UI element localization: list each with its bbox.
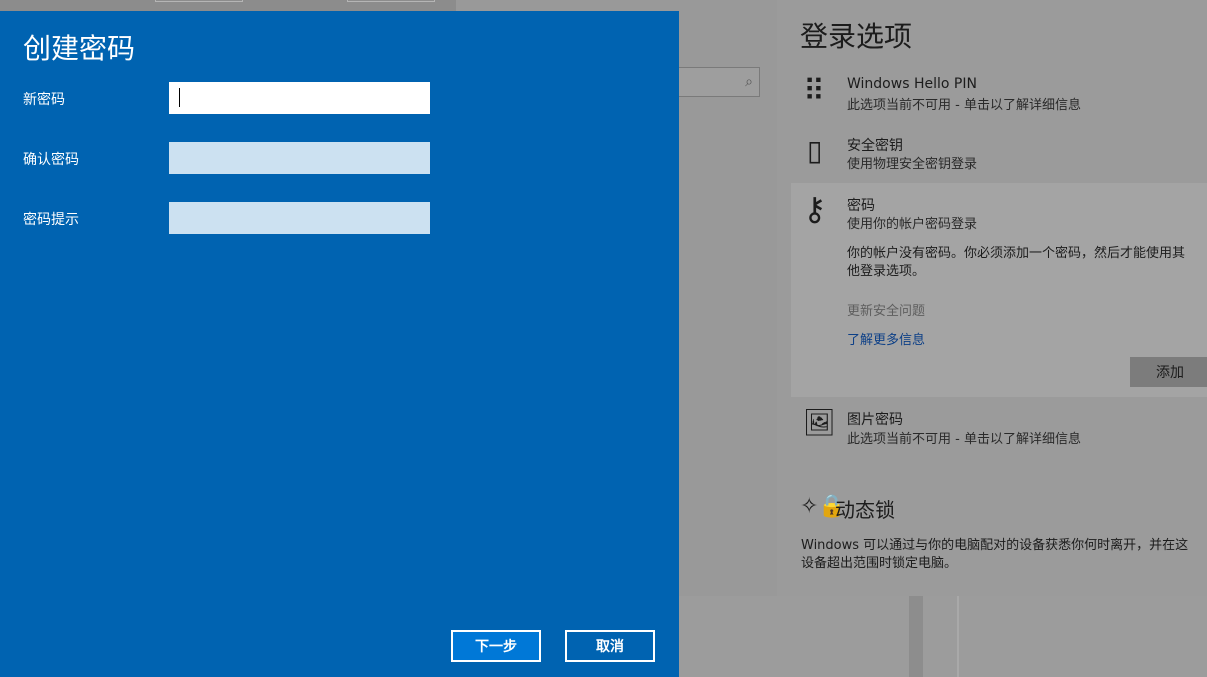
window-top-bar (0, 0, 456, 11)
cancel-button[interactable]: 取消 (565, 630, 655, 662)
option-security-key[interactable]: ▯ 安全密钥 使用物理安全密钥登录 (777, 134, 1207, 180)
dynamic-lock-desc-line: 设备超出范围时锁定电脑。 (801, 556, 958, 571)
next-button[interactable]: 下一步 (451, 630, 541, 662)
dynamic-lock-description: Windows 可以通过与你的电脑配对的设备获悉你何时离开，并在这 设备超出范围… (801, 537, 1207, 573)
learn-more-link[interactable]: 了解更多信息 (847, 329, 925, 348)
confirm-password-field[interactable] (169, 142, 430, 174)
password-note: 你的帐户没有密码。你必须添加一个密码，然后才能使用其 他登录选项。 (847, 245, 1207, 281)
option-title: Windows Hello PIN (847, 76, 977, 92)
new-password-field[interactable] (169, 82, 430, 114)
confirm-password-label: 确认密码 (23, 152, 79, 168)
dialog-title: 创建密码 (23, 32, 136, 65)
option-desc: 使用物理安全密钥登录 (847, 157, 978, 172)
settings-search-box[interactable]: ⌕ (676, 67, 760, 97)
top-control (155, 0, 243, 2)
password-hint-field[interactable] (169, 202, 430, 234)
page-title: 登录选项 (800, 20, 913, 53)
taskbar-area (679, 596, 1207, 677)
divider (909, 596, 923, 677)
search-icon: ⌕ (745, 74, 753, 90)
password-note-line: 他登录选项。 (847, 264, 926, 279)
sign-in-options-panel: 登录选项 ⠿ Windows Hello PIN 此选项当前不可用 - 单击以了… (777, 0, 1207, 596)
picture-icon: 🖼 (803, 408, 837, 438)
text-caret (179, 88, 180, 107)
keypad-icon: ⠿ (803, 74, 825, 109)
option-desc: 此选项当前不可用 - 单击以了解详细信息 (847, 432, 1081, 447)
divider (957, 596, 959, 677)
option-title: 密码 (847, 198, 875, 214)
create-password-dialog: 创建密码 新密码 确认密码 密码提示 下一步 取消 (0, 11, 679, 677)
password-hint-label: 密码提示 (23, 212, 79, 228)
update-security-questions-link[interactable]: 更新安全问题 (847, 300, 925, 319)
top-control (347, 0, 435, 2)
add-password-button[interactable]: 添加 (1130, 357, 1207, 387)
key-icon: ⚷ (803, 190, 827, 228)
option-title: 图片密码 (847, 412, 903, 428)
option-windows-hello-pin[interactable]: ⠿ Windows Hello PIN 此选项当前不可用 - 单击以了解详细信息 (777, 74, 1207, 122)
password-note-line: 你的帐户没有密码。你必须添加一个密码，然后才能使用其 (847, 246, 1186, 261)
dynamic-lock-title: 动态锁 (835, 498, 895, 522)
new-password-label: 新密码 (23, 92, 65, 108)
option-desc: 使用你的帐户密码登录 (847, 217, 978, 232)
option-title: 安全密钥 (847, 138, 903, 154)
option-desc: 此选项当前不可用 - 单击以了解详细信息 (847, 98, 1081, 113)
option-password[interactable]: ⚷ 密码 使用你的帐户密码登录 (777, 190, 1207, 234)
dynamic-lock-desc-line: Windows 可以通过与你的电脑配对的设备获悉你何时离开，并在这 (801, 538, 1189, 553)
option-picture-password[interactable]: 🖼 图片密码 此选项当前不可用 - 单击以了解详细信息 (777, 408, 1207, 454)
usb-key-icon: ▯ (807, 134, 823, 167)
